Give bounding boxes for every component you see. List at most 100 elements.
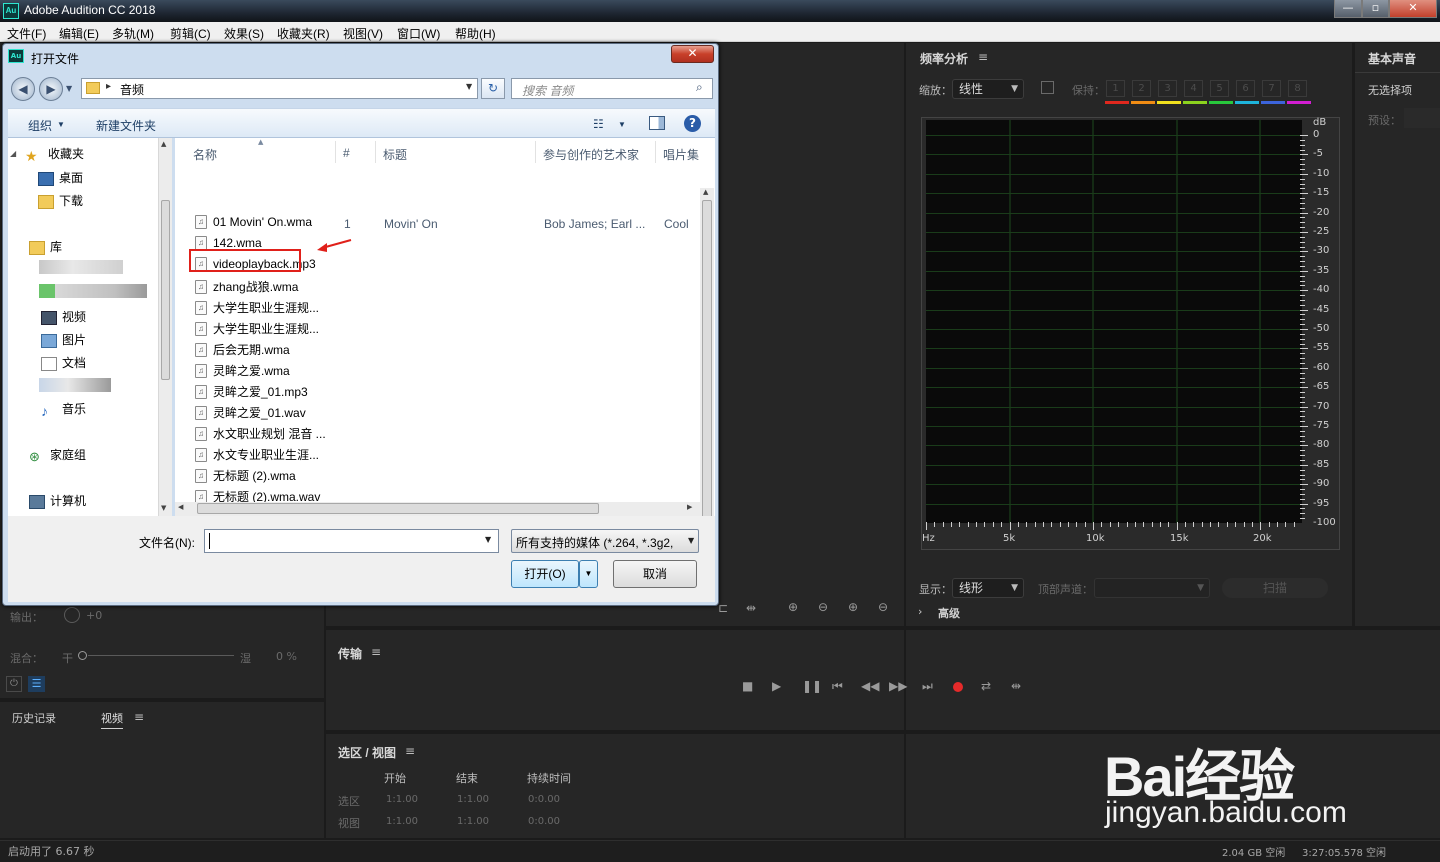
chevron-down-icon[interactable]: ▼: [485, 535, 491, 544]
file-row[interactable]: ♫ 灵眸之爱.wma: [195, 362, 290, 382]
play-icon[interactable]: ▶: [772, 679, 781, 693]
new-folder-button[interactable]: 新建文件夹: [96, 117, 156, 134]
scroll-up-icon[interactable]: ▲: [161, 140, 166, 148]
nav-scrollbar[interactable]: ▲ ▼: [158, 138, 172, 516]
panel-menu-icon[interactable]: ≡: [134, 710, 144, 724]
panel-menu-icon[interactable]: ≡: [371, 645, 381, 659]
scroll-down-icon[interactable]: ▼: [161, 504, 166, 512]
view-options-icon[interactable]: ☷: [593, 117, 604, 131]
address-text[interactable]: 音频: [120, 81, 144, 98]
list-h-scroll-thumb[interactable]: [197, 503, 599, 514]
column-artist[interactable]: 参与创作的艺术家: [543, 146, 639, 163]
menu-favorites[interactable]: 收藏夹(R): [277, 25, 330, 42]
hold-slot[interactable]: 8: [1288, 80, 1307, 97]
skip-next-icon[interactable]: ⏭: [922, 679, 933, 694]
skip-silence-icon[interactable]: ⇹: [1011, 679, 1021, 693]
hold-slot[interactable]: 1: [1106, 80, 1125, 97]
panel-menu-icon[interactable]: ≡: [405, 744, 415, 758]
preview-pane-icon[interactable]: [649, 116, 665, 130]
scroll-left-icon[interactable]: ◀: [178, 503, 183, 511]
column-name[interactable]: 名称: [193, 146, 217, 163]
scroll-up-icon[interactable]: ▲: [703, 188, 708, 196]
help-icon[interactable]: ?: [684, 115, 701, 132]
record-icon[interactable]: [953, 682, 963, 692]
view-end[interactable]: 1:1.00: [457, 816, 489, 827]
view-duration[interactable]: 0:0.00: [528, 816, 560, 827]
open-button[interactable]: 打开(O): [511, 560, 579, 588]
zoom-in-amplitude-icon[interactable]: ⊕: [788, 600, 798, 614]
zoom-out-amplitude-icon[interactable]: ⊖: [818, 600, 828, 614]
minimize-button[interactable]: —: [1334, 0, 1362, 18]
menu-file[interactable]: 文件(F): [7, 25, 46, 42]
menu-clip[interactable]: 剪辑(C): [170, 25, 211, 42]
scale-dropdown[interactable]: 线性 ▼: [952, 79, 1024, 99]
menu-edit[interactable]: 编辑(E): [59, 25, 99, 42]
back-arrow-icon[interactable]: ◀: [11, 77, 35, 101]
nav-pictures[interactable]: 图片: [41, 331, 86, 348]
hold-slot[interactable]: 7: [1262, 80, 1281, 97]
close-button[interactable]: ✕: [1389, 0, 1437, 18]
file-row[interactable]: ♫ 无标题 (2).wma: [195, 467, 296, 487]
mix-slider-handle[interactable]: [78, 651, 87, 660]
chevron-right-icon[interactable]: ›: [918, 605, 922, 618]
chevron-down-icon[interactable]: ▼: [466, 82, 472, 91]
pause-icon[interactable]: ❚❚: [802, 679, 822, 693]
nav-scroll-thumb[interactable]: [161, 200, 170, 380]
preset-dropdown[interactable]: [1404, 108, 1440, 128]
file-row[interactable]: ♫ 大学生职业生涯规...: [195, 320, 319, 340]
rewind-icon[interactable]: ◀◀: [861, 679, 879, 693]
file-row[interactable]: ♫ 后会无期.wma: [195, 341, 290, 361]
nav-desktop[interactable]: 桌面: [38, 169, 83, 186]
scroll-right-icon[interactable]: ▶: [687, 503, 692, 511]
top-channel-dropdown[interactable]: ▼: [1094, 578, 1210, 598]
column-number[interactable]: #: [343, 146, 350, 160]
selection-duration[interactable]: 0:0.00: [528, 794, 560, 805]
file-row[interactable]: ♫ 灵眸之爱_01.wav: [195, 404, 306, 424]
hold-slot[interactable]: 6: [1236, 80, 1255, 97]
hold-slot[interactable]: 2: [1132, 80, 1151, 97]
nav-music[interactable]: ♪ 音乐: [41, 400, 86, 419]
cancel-button[interactable]: 取消: [613, 560, 697, 588]
selection-start[interactable]: 1:1.00: [386, 794, 418, 805]
hold-slot[interactable]: 5: [1210, 80, 1229, 97]
nav-libraries[interactable]: 库: [11, 238, 62, 255]
skip-previous-icon[interactable]: ⏮: [832, 679, 843, 694]
nav-downloads[interactable]: 下载: [38, 192, 83, 209]
column-title[interactable]: 标题: [383, 146, 407, 163]
display-dropdown[interactable]: 线形 ▼: [952, 578, 1024, 598]
zoom-out-time-icon[interactable]: ⊖: [878, 600, 888, 614]
list-scrollbar[interactable]: ▲: [700, 188, 714, 546]
stop-icon[interactable]: ■: [742, 679, 753, 693]
column-album[interactable]: 唱片集: [663, 146, 699, 163]
zoom-in-time-icon[interactable]: ⊕: [848, 600, 858, 614]
address-bar[interactable]: ▸ 音频 ▼: [81, 78, 478, 99]
maximize-button[interactable]: ▫: [1362, 0, 1389, 18]
output-knob-icon[interactable]: [64, 607, 80, 623]
chevron-right-icon[interactable]: ▸: [106, 81, 111, 92]
file-row[interactable]: ♫ 灵眸之爱_01.mp3: [195, 383, 308, 403]
menu-window[interactable]: 窗口(W): [397, 25, 440, 42]
nav-homegroup[interactable]: ⊛ 家庭组: [29, 446, 86, 464]
file-row[interactable]: ♫ 水文专业职业生涯...: [195, 446, 319, 466]
advanced-section[interactable]: 高级: [938, 605, 960, 621]
tab-history[interactable]: 历史记录: [12, 710, 56, 726]
menu-multitrack[interactable]: 多轨(M): [112, 25, 154, 42]
list-icon[interactable]: ☰: [28, 676, 45, 692]
forward-arrow-icon[interactable]: ▶: [39, 77, 63, 101]
list-scroll-thumb[interactable]: [702, 200, 712, 518]
nav-computer[interactable]: 计算机: [29, 492, 86, 509]
menu-help[interactable]: 帮助(H): [455, 25, 496, 42]
file-row[interactable]: ♫ 01 Movin' On.wma: [195, 214, 312, 235]
filename-input[interactable]: ▼: [204, 529, 499, 553]
scan-button[interactable]: 扫描: [1222, 578, 1328, 598]
file-row[interactable]: ♫ 大学生职业生涯规...: [195, 299, 319, 319]
search-icon[interactable]: ⌕: [696, 80, 703, 95]
refresh-icon[interactable]: ↻: [481, 78, 505, 99]
panel-menu-icon[interactable]: ≡: [978, 50, 988, 64]
open-options-dropdown[interactable]: ▼: [579, 560, 598, 588]
hold-slot[interactable]: 3: [1158, 80, 1177, 97]
history-dropdown-icon[interactable]: ▼: [66, 84, 72, 93]
file-row[interactable]: ♫ zhang战狼.wma: [195, 278, 298, 298]
mix-slider-track[interactable]: [88, 655, 234, 656]
menu-effects[interactable]: 效果(S): [224, 25, 264, 42]
